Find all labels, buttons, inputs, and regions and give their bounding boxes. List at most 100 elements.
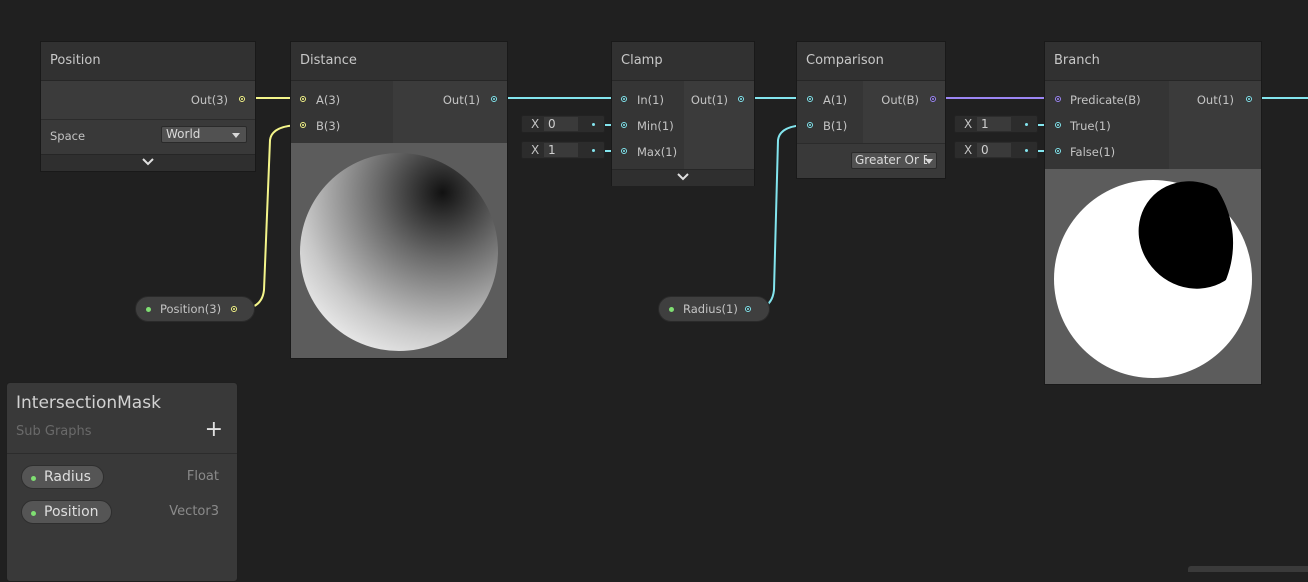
node-title: Position (41, 42, 255, 81)
value-input[interactable]: 0 (977, 143, 1011, 157)
divider (797, 143, 945, 144)
property-label: Radius(1) (683, 302, 738, 316)
node-title: Branch (1045, 42, 1261, 81)
property-dot (669, 307, 674, 312)
branch-false-field[interactable]: X 0 (954, 141, 1038, 159)
out-port-label: Out(1) (1196, 93, 1234, 107)
space-label: Space (50, 129, 86, 143)
in-port-max[interactable] (621, 148, 627, 154)
divider (41, 119, 255, 120)
branch-node[interactable]: Branch Predicate(B) True(1) False(1) Out… (1044, 41, 1262, 385)
comparison-node[interactable]: Comparison A(1) B(1) Out(B) Greater Or E (796, 41, 946, 179)
property-pill[interactable]: Position (21, 500, 112, 524)
divider (7, 453, 237, 454)
plus-icon[interactable]: + (205, 417, 223, 442)
out-port-label: Out(1) (442, 93, 480, 107)
out-port-label: Out(B) (881, 93, 919, 107)
branch-true-field[interactable]: X 1 (954, 115, 1038, 133)
in-port-a[interactable] (807, 96, 813, 102)
out-port[interactable] (239, 96, 245, 102)
property-dot (146, 307, 151, 312)
property-dot (31, 476, 36, 481)
in-port-min[interactable] (621, 122, 627, 128)
value-input[interactable]: 0 (544, 117, 578, 131)
in-port-a-label: A(3) (316, 93, 341, 107)
out-port[interactable] (1246, 96, 1252, 102)
expand-toggle[interactable] (612, 169, 754, 186)
property-type: Float (186, 469, 219, 484)
clamp-max-field[interactable]: X 1 (521, 141, 605, 159)
property-name: Radius (44, 469, 91, 485)
in-port-in[interactable] (621, 96, 627, 102)
in-port-a-label: A(1) (823, 93, 848, 107)
value-input[interactable]: 1 (544, 143, 578, 157)
in-port-b-label: B(1) (823, 119, 848, 133)
inputs-panel (291, 81, 393, 143)
position-node[interactable]: Position Out(3) Space World (40, 41, 256, 172)
axis-label: X (964, 143, 973, 157)
property-name: Position (44, 504, 99, 520)
value-input[interactable]: 1 (977, 117, 1011, 131)
out-port[interactable] (231, 306, 237, 312)
in-port-false[interactable] (1055, 148, 1061, 154)
out-port-label: Out(1) (690, 93, 728, 107)
property-label: Position(3) (160, 302, 222, 316)
chevron-down-icon (677, 173, 689, 181)
in-port-true-label: True(1) (1070, 119, 1111, 133)
expand-toggle[interactable] (41, 154, 255, 171)
in-port-min-label: Min(1) (637, 119, 674, 133)
triangle-down-icon (925, 159, 933, 164)
in-port-predicate[interactable] (1055, 96, 1061, 102)
node-title: Comparison (797, 42, 945, 81)
in-port-b-label: B(3) (316, 119, 341, 133)
distance-node[interactable]: Distance A(3) B(3) Out(1) (290, 41, 508, 359)
out-port-label: Out(3) (190, 93, 228, 107)
edge-dot (1025, 149, 1028, 152)
comparison-mode-dropdown[interactable]: Greater Or E (851, 152, 937, 169)
property-pill[interactable]: Radius (21, 465, 104, 489)
clamp-node[interactable]: Clamp In(1) Min(1) Max(1) Out(1) (611, 41, 755, 186)
out-port[interactable] (930, 96, 936, 102)
outputs-panel (393, 81, 507, 143)
node-title: Clamp (612, 42, 754, 81)
blackboard-title: IntersectionMask (16, 393, 161, 413)
position-property-node[interactable]: Position(3) (135, 296, 255, 322)
axis-label: X (531, 117, 540, 131)
space-dropdown[interactable]: World (161, 126, 247, 143)
preview-sphere-gradient (300, 153, 498, 351)
out-port[interactable] (738, 96, 744, 102)
scroll-handle[interactable] (1188, 566, 1308, 572)
in-port-a[interactable] (300, 96, 306, 102)
space-dropdown-value: World (166, 127, 201, 141)
in-port-in-label: In(1) (637, 93, 664, 107)
edge-dot (592, 123, 595, 126)
preview-panel (1045, 169, 1261, 384)
in-port-true[interactable] (1055, 122, 1061, 128)
preview-panel (291, 143, 507, 358)
blackboard-property-row[interactable]: Radius Float (7, 465, 237, 493)
in-port-b[interactable] (807, 122, 813, 128)
in-port-max-label: Max(1) (637, 145, 678, 159)
blackboard-subtitle: Sub Graphs (16, 424, 92, 439)
comparison-mode-value: Greater Or E (855, 153, 927, 167)
blackboard-panel[interactable]: IntersectionMask Sub Graphs + Radius Flo… (6, 382, 238, 582)
clamp-min-field[interactable]: X 0 (521, 115, 605, 133)
node-title: Distance (291, 42, 507, 81)
radius-property-node[interactable]: Radius(1) (658, 296, 770, 322)
in-port-false-label: False(1) (1070, 145, 1116, 159)
blackboard-property-row[interactable]: Position Vector3 (7, 500, 237, 528)
preview-mask-sphere (1054, 180, 1252, 378)
edge-dot (1025, 123, 1028, 126)
in-port-b[interactable] (300, 122, 306, 128)
axis-label: X (531, 143, 540, 157)
axis-label: X (964, 117, 973, 131)
chevron-down-icon (142, 158, 154, 166)
triangle-down-icon (232, 133, 240, 138)
out-port[interactable] (745, 306, 751, 312)
outputs-panel (863, 81, 945, 143)
in-port-predicate-label: Predicate(B) (1070, 93, 1141, 107)
out-port[interactable] (491, 96, 497, 102)
property-dot (31, 511, 36, 516)
edge-dot (592, 149, 595, 152)
property-type: Vector3 (169, 504, 219, 519)
